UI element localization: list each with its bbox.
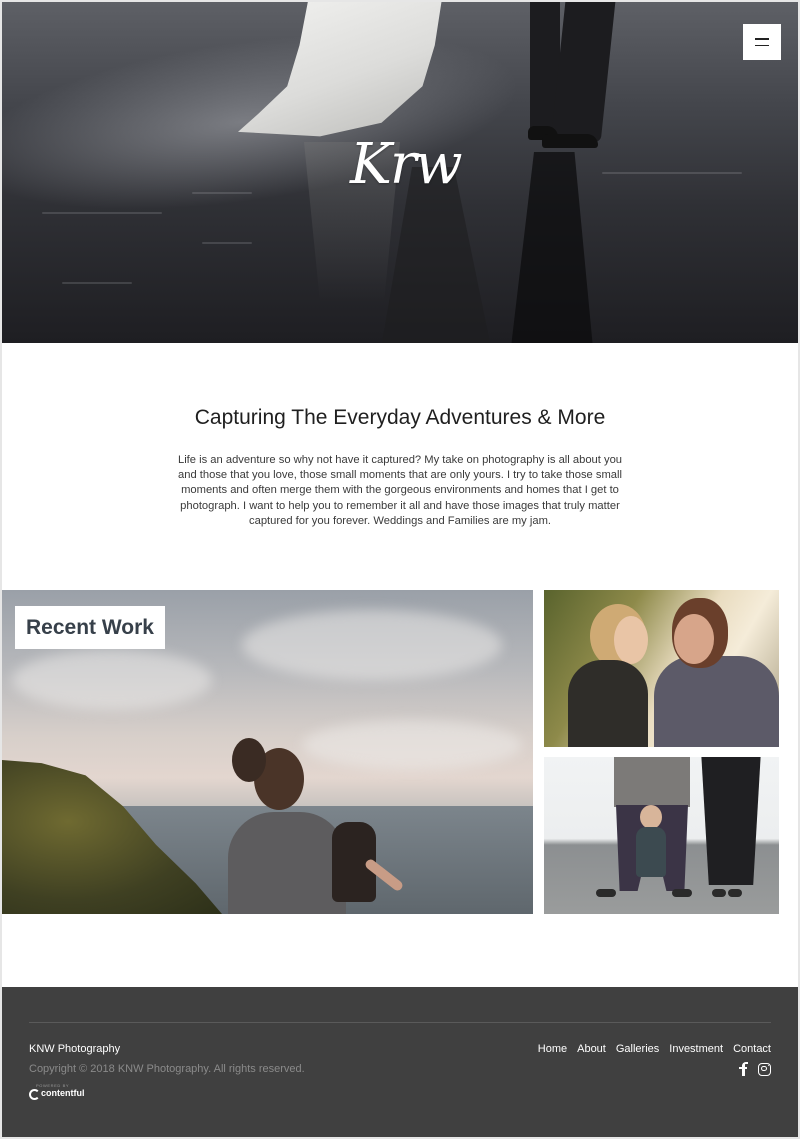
man-face [674, 614, 714, 664]
groom-leg [550, 2, 616, 142]
site-footer: KNW Photography Copyright © 2018 KNW Pho… [2, 987, 798, 1137]
footer-nav: Home About Galleries Investment Contact [538, 1043, 771, 1055]
cloud [242, 610, 502, 680]
contentful-wordmark: contentful [41, 1088, 85, 1098]
hamburger-menu-button[interactable] [743, 24, 781, 60]
social-links [739, 1062, 771, 1076]
footer-nav-contact[interactable]: Contact [733, 1043, 771, 1055]
father-shoe [672, 889, 692, 897]
intro-heading: Capturing The Everyday Adventures & More [194, 406, 606, 429]
intro-body: Life is an adventure so why not have it … [177, 454, 623, 527]
groom-reflection [511, 152, 593, 343]
groom-shoe [542, 134, 598, 148]
footer-copyright: Copyright © 2018 KNW Photography. All ri… [29, 1063, 305, 1075]
intro-section: Capturing The Everyday Adventures & More… [0, 343, 800, 589]
recent-work-thumb-family[interactable] [544, 757, 779, 914]
father-torso [614, 757, 690, 807]
footer-nav-home[interactable]: Home [538, 1043, 567, 1055]
contentful-badge[interactable]: POWERED BY contentful [29, 1083, 109, 1103]
water-ripple [192, 192, 252, 194]
footer-brand: KNW Photography [29, 1043, 121, 1055]
father-shoe [596, 889, 616, 897]
parent-figure [228, 812, 346, 914]
cloud [12, 650, 212, 710]
child-head [232, 738, 266, 782]
footer-divider [29, 1022, 771, 1023]
hero-banner: Krw [2, 2, 798, 343]
facebook-icon[interactable] [739, 1062, 749, 1076]
mother-figure [701, 757, 761, 885]
water-ripple [62, 282, 132, 284]
instagram-icon[interactable] [758, 1062, 771, 1076]
water-ripple [42, 212, 162, 214]
baby-head [640, 805, 662, 829]
man-body [654, 656, 779, 747]
footer-nav-galleries[interactable]: Galleries [616, 1043, 659, 1055]
footer-nav-about[interactable]: About [577, 1043, 606, 1055]
recent-work-thumb-couple[interactable] [544, 590, 779, 747]
hamburger-icon-line [755, 44, 769, 46]
contentful-logo-icon [29, 1089, 40, 1100]
cloud [302, 720, 522, 770]
woman-body [568, 660, 648, 747]
recent-work-label: Recent Work [15, 606, 165, 649]
water-ripple [602, 172, 742, 174]
mother-shoe [728, 889, 742, 897]
water-ripple [202, 242, 252, 244]
baby-body [636, 827, 666, 877]
mother-shoe [712, 889, 726, 897]
woman-face [614, 616, 648, 664]
footer-nav-investment[interactable]: Investment [669, 1043, 723, 1055]
krw-logo[interactable]: Krw [350, 130, 463, 200]
hamburger-icon-line [755, 38, 769, 40]
